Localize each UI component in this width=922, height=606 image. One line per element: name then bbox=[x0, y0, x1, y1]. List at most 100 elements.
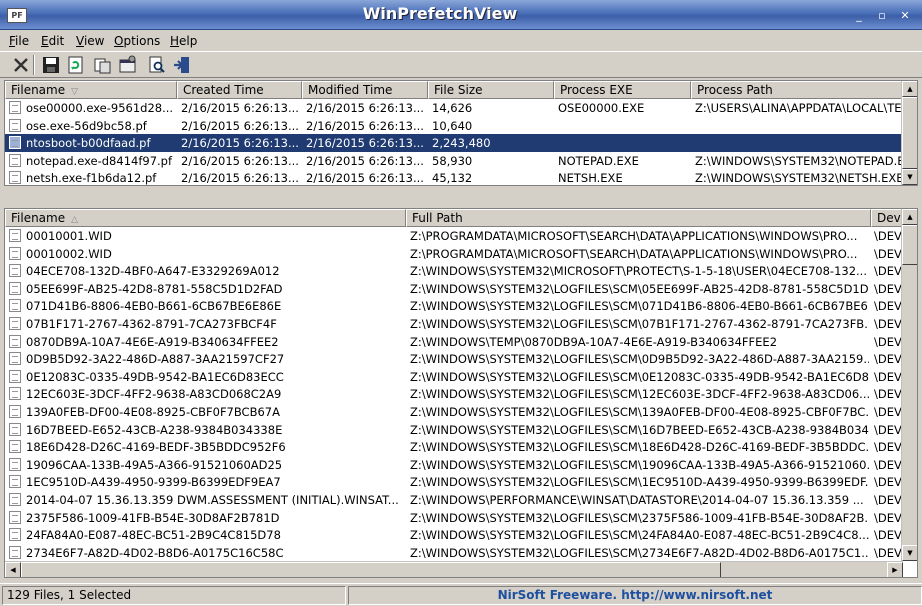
bottom-vertical-scrollbar[interactable]: ▲ ▼ bbox=[901, 209, 917, 561]
copy-icon[interactable] bbox=[93, 55, 113, 75]
table-cell: Z:\WINDOWS\SYSTEM32\LOGFILES\SCM\1EC9510… bbox=[410, 475, 869, 490]
column-header-process-exe[interactable]: Process EXE bbox=[554, 81, 691, 99]
table-row[interactable]: 24FA84A0-E087-48EC-BC51-2B9C4C815D78 Z:\W… bbox=[5, 526, 903, 544]
table-cell: \DEV bbox=[874, 229, 902, 243]
table-row[interactable]: notepad.exe-d8414f97.pf 2/16/2015 6:26:13… bbox=[5, 152, 903, 170]
menu-help[interactable]: Help bbox=[170, 34, 197, 48]
table-cell: \DEV bbox=[874, 422, 902, 437]
table-cell: Z:\WINDOWS\SYSTEM32\NOTEPAD.E bbox=[695, 153, 903, 168]
table-row[interactable]: 0E12083C-0335-49DB-9542-BA1EC6D83ECC Z:\W… bbox=[5, 368, 903, 386]
top-vertical-scrollbar[interactable]: ▲ ▼ bbox=[901, 81, 917, 185]
table-row[interactable]: ose00000.exe-9561d28... 2/16/2015 6:26:13… bbox=[5, 99, 903, 117]
table-cell: 18E6D428-D26C-4169-BEDF-3B5BDDC952F6 bbox=[26, 440, 286, 455]
table-row[interactable]: 07B1F171-2767-4362-8791-7CA273FBCF4F Z:\W… bbox=[5, 315, 903, 333]
column-header-modified-time[interactable]: Modified Time bbox=[302, 81, 428, 99]
table-cell: 2/16/2015 6:26:13... bbox=[306, 136, 424, 151]
table-row[interactable]: ose.exe-56d9bc58.pf 2/16/2015 6:26:13... 2… bbox=[5, 117, 903, 135]
scroll-thumb[interactable] bbox=[902, 97, 917, 169]
column-header-filename[interactable]: Filename ▽ bbox=[5, 81, 177, 99]
file-icon bbox=[9, 171, 21, 185]
save-icon[interactable] bbox=[41, 55, 61, 75]
file-icon bbox=[9, 510, 21, 524]
file-icon bbox=[9, 101, 21, 114]
scroll-up-icon[interactable]: ▲ bbox=[902, 81, 917, 97]
table-cell: 00010001.WID bbox=[26, 229, 112, 243]
table-cell: ose.exe-56d9bc58.pf bbox=[26, 118, 147, 133]
table-cell: \DEV bbox=[874, 475, 902, 490]
file-icon bbox=[9, 475, 21, 489]
exit-icon[interactable] bbox=[172, 55, 192, 75]
table-row[interactable]: 2375F586-1009-41FB-B54E-30D8AF2B781D Z:\W… bbox=[5, 509, 903, 527]
nirsoft-link[interactable]: NirSoft Freeware. http://www.nirsoft.net bbox=[348, 586, 922, 605]
table-row[interactable]: 1EC9510D-A439-4950-9399-B6399EDF9EA7 Z:\W… bbox=[5, 473, 903, 491]
table-row[interactable]: 19096CAA-133B-49A5-A366-91521060AD25 Z:\W… bbox=[5, 456, 903, 474]
prefetch-file-list[interactable]: Filename ▽ Created Time Modified Time Fil… bbox=[4, 80, 918, 186]
table-cell: \DEV bbox=[874, 246, 902, 261]
column-header-created-time[interactable]: Created Time bbox=[177, 81, 302, 99]
table-cell: Z:\WINDOWS\SYSTEM32\LOGFILES\SCM\24FA84A… bbox=[410, 528, 869, 543]
table-cell: \DEV bbox=[874, 545, 902, 560]
table-cell: notepad.exe-d8414f97.pf bbox=[26, 153, 173, 168]
column-header-device[interactable]: Devi bbox=[871, 209, 903, 227]
table-row[interactable]: 0870DB9A-10A7-4E6E-A919-B340634FFEE2 Z:\W… bbox=[5, 333, 903, 351]
table-row[interactable]: 12EC603E-3DCF-4FF2-9638-A83CD068C2A9 Z:\W… bbox=[5, 385, 903, 403]
table-row[interactable]: 2014-04-07 15.36.13.359 DWM.ASSESSMENT (… bbox=[5, 491, 903, 509]
table-cell: 2734E6F7-A82D-4D02-B8D6-A0175C16C58C bbox=[26, 545, 284, 560]
bottom-horizontal-scrollbar[interactable]: ◀ ▶ bbox=[5, 561, 903, 577]
scroll-left-icon[interactable]: ◀ bbox=[5, 562, 21, 577]
column-header-process-path[interactable]: Process Path bbox=[691, 81, 903, 99]
restore-icon[interactable]: ▫ bbox=[875, 9, 889, 22]
file-icon bbox=[9, 405, 21, 418]
table-cell: \DEV bbox=[874, 334, 902, 349]
scroll-right-icon[interactable]: ▶ bbox=[887, 562, 903, 577]
title-bar[interactable]: PF WinPrefetchView _ ▫ ✕ bbox=[0, 0, 922, 30]
scroll-thumb[interactable] bbox=[902, 225, 917, 265]
menu-file[interactable]: File bbox=[9, 34, 29, 48]
table-row[interactable]: 2734E6F7-A82D-4D02-B8D6-A0175C16C58C Z:\W… bbox=[5, 544, 903, 562]
find-icon[interactable] bbox=[147, 55, 167, 75]
file-icon bbox=[9, 493, 21, 506]
table-cell: 2014-04-07 15.36.13.359 DWM.ASSESSMENT (… bbox=[26, 493, 399, 507]
table-cell: 2/16/2015 6:26:13... bbox=[181, 101, 299, 115]
refresh-icon[interactable] bbox=[66, 55, 86, 75]
table-row[interactable]: 00010002.WID Z:\PROGRAMDATA\MICROSOFT\SEA… bbox=[5, 245, 903, 263]
scroll-down-icon[interactable]: ▼ bbox=[902, 545, 917, 561]
table-row[interactable]: 139A0FEB-DF00-4E08-8925-CBF0F7BCB67A Z:\W… bbox=[5, 403, 903, 421]
scroll-up-icon[interactable]: ▲ bbox=[902, 209, 917, 225]
menu-options[interactable]: Options bbox=[114, 34, 160, 48]
table-cell: Z:\WINDOWS\SYSTEM32\MICROSOFT\PROTECT\S-… bbox=[410, 264, 867, 279]
table-row[interactable]: ntosboot-b00dfaad.pf 2/16/2015 6:26:13...… bbox=[5, 134, 903, 152]
table-cell: Z:\WINDOWS\SYSTEM32\LOGFILES\SCM\0E12083… bbox=[410, 369, 869, 384]
table-row[interactable]: 05EE699F-AB25-42D8-8781-558C5D1D2FAD Z:\W… bbox=[5, 280, 903, 298]
menu-view[interactable]: View bbox=[76, 34, 104, 48]
minimize-icon[interactable]: _ bbox=[852, 9, 866, 22]
properties-icon[interactable] bbox=[118, 55, 138, 75]
table-row[interactable]: 04ECE708-132D-4BF0-A647-E3329269A012 Z:\W… bbox=[5, 262, 903, 280]
table-cell: 0E12083C-0335-49DB-9542-BA1EC6D83ECC bbox=[26, 369, 284, 384]
menu-edit[interactable]: Edit bbox=[41, 34, 64, 48]
table-cell: 2/16/2015 6:26:13... bbox=[306, 101, 424, 115]
table-cell: Z:\WINDOWS\SYSTEM32\LOGFILES\SCM\12EC603… bbox=[410, 387, 869, 402]
table-row[interactable]: 16D7BEED-E652-43CB-A238-9384B034338E Z:\W… bbox=[5, 421, 903, 439]
close-icon[interactable]: ✕ bbox=[898, 9, 912, 22]
scroll-thumb[interactable] bbox=[21, 562, 721, 577]
pane-splitter[interactable] bbox=[0, 186, 922, 208]
column-header-full-path[interactable]: Full Path bbox=[406, 209, 871, 227]
table-row[interactable]: 18E6D428-D26C-4169-BEDF-3B5BDDC952F6 Z:\W… bbox=[5, 438, 903, 456]
table-cell: 2/16/2015 6:26:13... bbox=[181, 118, 299, 133]
delete-icon[interactable] bbox=[11, 55, 31, 75]
table-row[interactable]: netsh.exe-f1b6da12.pf 2/16/2015 6:26:13..… bbox=[5, 169, 903, 186]
table-row[interactable]: 00010001.WID Z:\PROGRAMDATA\MICROSOFT\SEA… bbox=[5, 227, 903, 245]
table-cell: ose00000.exe-9561d28... bbox=[26, 101, 174, 115]
table-cell: Z:\WINDOWS\SYSTEM32\LOGFILES\SCM\19096CA… bbox=[410, 457, 869, 472]
scroll-down-icon[interactable]: ▼ bbox=[902, 169, 917, 185]
table-row[interactable]: 071D41B6-8806-4EB0-B661-6CB67BE6E86E Z:\W… bbox=[5, 297, 903, 315]
column-header-filename[interactable]: Filename △ bbox=[5, 209, 406, 227]
table-cell: 2/16/2015 6:26:13... bbox=[306, 118, 424, 133]
table-row[interactable]: 0D9B5D92-3A22-486D-A887-3AA21597CF27 Z:\W… bbox=[5, 350, 903, 368]
status-bar: 129 Files, 1 Selected NirSoft Freeware. … bbox=[0, 583, 922, 606]
table-cell: 2/16/2015 6:26:13... bbox=[306, 171, 424, 186]
table-cell: 00010002.WID bbox=[26, 246, 112, 261]
column-header-file-size[interactable]: File Size bbox=[428, 81, 554, 99]
referenced-files-list[interactable]: Filename △ Full Path Devi 00010001.WID Z:\… bbox=[4, 208, 918, 578]
